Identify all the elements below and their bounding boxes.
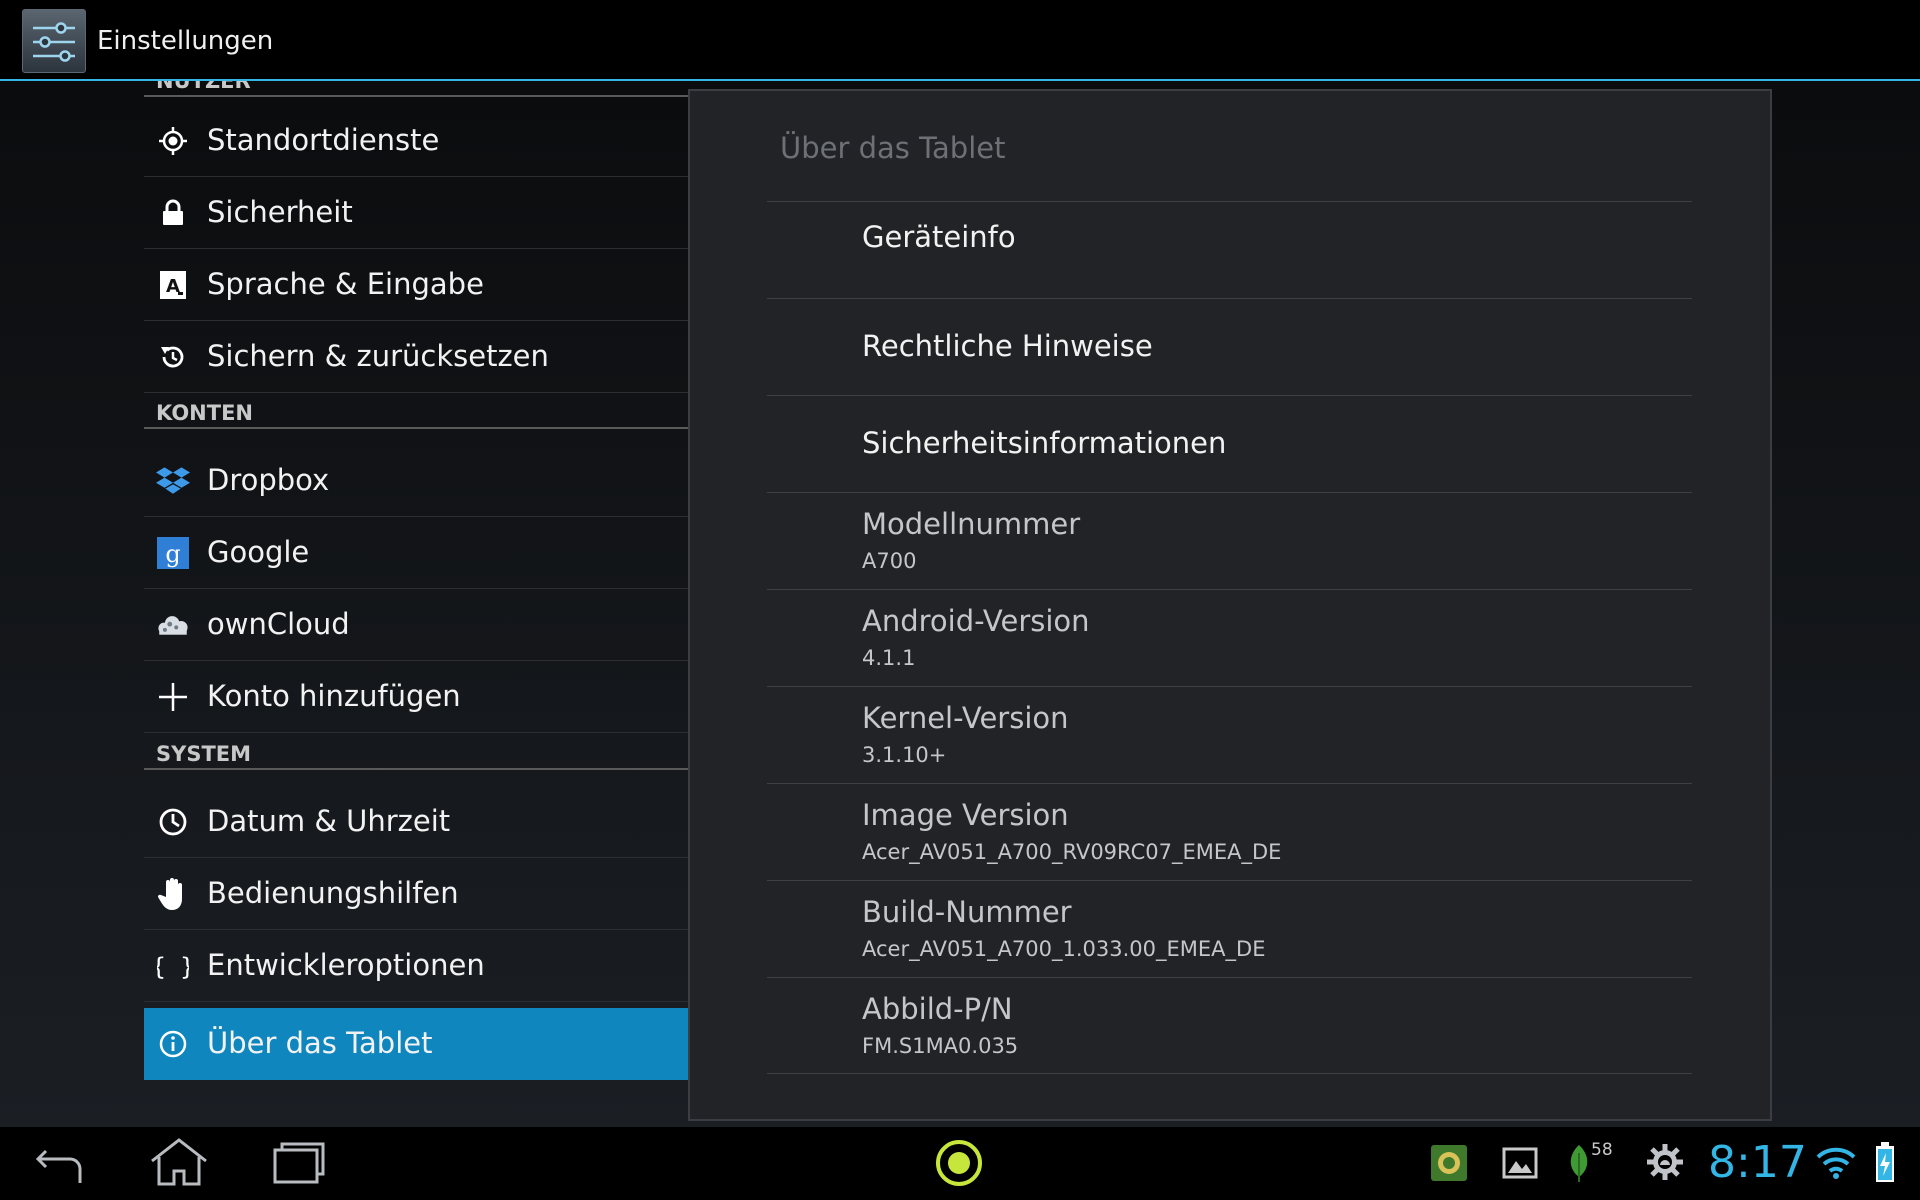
detail-item-label: Modellnummer: [862, 507, 1081, 541]
recent-apps-button[interactable]: [272, 1141, 326, 1189]
sidebar-item-label: Datum & Uhrzeit: [207, 804, 451, 838]
app-notification-icon[interactable]: [1430, 1144, 1468, 1186]
sidebar-item-label: Google: [207, 535, 310, 569]
detail-item-label: Sicherheitsinformationen: [862, 426, 1227, 460]
location-icon: [156, 124, 190, 158]
info-icon: [156, 1027, 190, 1061]
settings-content: NUTZER Standortdienste Sicherheit A Spra…: [0, 81, 1920, 1127]
image-version-item[interactable]: Image Version Acer_AV051_A700_RV09RC07_E…: [767, 783, 1692, 880]
sidebar-item-label: Dropbox: [207, 463, 330, 497]
sidebar-item-entwickleroptionen[interactable]: { } Entwickleroptionen: [144, 930, 688, 1002]
sidebar-item-label: Sprache & Eingabe: [207, 267, 484, 301]
abbild-pn-item[interactable]: Abbild-P/N FM.S1MA0.035: [767, 977, 1692, 1074]
modellnummer-item[interactable]: Modellnummer A700: [767, 492, 1692, 589]
detail-item-value: Acer_AV051_A700_RV09RC07_EMEA_DE: [862, 840, 1282, 864]
sicherheitsinformationen-item[interactable]: Sicherheitsinformationen: [767, 395, 1692, 492]
leaf-icon[interactable]: [1566, 1143, 1592, 1187]
rechtliche-hinweise-item[interactable]: Rechtliche Hinweise: [767, 298, 1692, 395]
back-button[interactable]: [34, 1141, 86, 1191]
detail-item-value: 3.1.10+: [862, 743, 947, 767]
detail-item-label: Kernel-Version: [862, 701, 1069, 735]
sidebar-item-sichern[interactable]: Sichern & zurücksetzen: [144, 321, 688, 393]
plus-icon: [156, 680, 190, 714]
sidebar-item-owncloud[interactable]: ownCloud: [144, 589, 688, 661]
sidebar-item-konto-hinzufuegen[interactable]: Konto hinzufügen: [144, 661, 688, 733]
status-clock[interactable]: 8:17: [1708, 1137, 1807, 1188]
sidebar-item-label: Konto hinzufügen: [207, 679, 461, 713]
detail-item-label: Android-Version: [862, 604, 1090, 638]
build-nummer-item[interactable]: Build-Nummer Acer_AV051_A700_1.033.00_EM…: [767, 880, 1692, 977]
sidebar-item-bedienungshilfen[interactable]: Bedienungshilfen: [144, 858, 688, 930]
android-version-item[interactable]: Android-Version 4.1.1: [767, 589, 1692, 686]
clock-icon: [156, 805, 190, 839]
detail-item-value: 4.1.1: [862, 646, 916, 670]
settings-sliders-icon[interactable]: [22, 9, 86, 73]
detail-item-label: Image Version: [862, 798, 1069, 832]
google-icon: g: [156, 536, 190, 570]
language-icon: A: [156, 268, 190, 302]
app-title: Einstellungen: [97, 26, 274, 56]
system-navigation-bar: 58 8:17: [0, 1127, 1920, 1200]
hand-icon: [156, 877, 190, 911]
home-button[interactable]: [148, 1137, 210, 1191]
svg-text:{ }: { }: [157, 953, 189, 981]
sidebar-item-label: Über das Tablet: [207, 1026, 433, 1060]
section-header-system: SYSTEM: [144, 742, 688, 770]
sidebar-item-google[interactable]: g Google: [144, 517, 688, 589]
detail-item-value: Acer_AV051_A700_1.033.00_EMEA_DE: [862, 937, 1266, 961]
sidebar-item-sicherheit[interactable]: Sicherheit: [144, 177, 688, 249]
sidebar-item-label: Bedienungshilfen: [207, 876, 459, 910]
sidebar-item-ueber-das-tablet[interactable]: Über das Tablet: [144, 1008, 688, 1080]
svg-text:g: g: [165, 540, 180, 568]
detail-item-value: A700: [862, 549, 917, 573]
detail-item-label: Build-Nummer: [862, 895, 1072, 929]
image-icon[interactable]: [1502, 1147, 1538, 1183]
sidebar-item-datum-uhrzeit[interactable]: Datum & Uhrzeit: [144, 786, 688, 858]
lock-icon: [156, 196, 190, 230]
detail-pane: Über das Tablet Geräteinfo Rechtliche Hi…: [688, 89, 1772, 1121]
backup-restore-icon: [156, 340, 190, 374]
sidebar-item-label: Sicherheit: [207, 195, 353, 229]
battery-charging-icon[interactable]: [1874, 1141, 1896, 1187]
wifi-icon[interactable]: [1816, 1145, 1856, 1183]
sidebar-item-dropbox[interactable]: Dropbox: [144, 445, 688, 517]
geraeteinfo-item[interactable]: Geräteinfo: [767, 201, 1692, 298]
section-header-konten: KONTEN: [144, 401, 688, 429]
sidebar-item-label: ownCloud: [207, 607, 350, 641]
settings-category-list[interactable]: NUTZER Standortdienste Sicherheit A Spra…: [144, 81, 688, 1127]
detail-item-label: Geräteinfo: [862, 220, 1016, 254]
ring-launcher-icon[interactable]: [934, 1138, 984, 1192]
sidebar-item-sprache[interactable]: A Sprache & Eingabe: [144, 249, 688, 321]
dropbox-icon: [156, 464, 190, 498]
android-debug-icon[interactable]: [1646, 1143, 1684, 1185]
sidebar-item-label: Entwickleroptionen: [207, 948, 485, 982]
detail-item-value: FM.S1MA0.035: [862, 1034, 1019, 1058]
notification-count: 58: [1591, 1140, 1613, 1160]
action-bar: Einstellungen: [0, 0, 1920, 81]
sidebar-item-standortdienste[interactable]: Standortdienste: [144, 105, 688, 177]
svg-text:A: A: [166, 276, 180, 297]
detail-pane-title: Über das Tablet: [780, 131, 1006, 165]
sidebar-item-label: Standortdienste: [207, 123, 440, 157]
sidebar-item-label: Sichern & zurücksetzen: [207, 339, 549, 373]
kernel-version-item[interactable]: Kernel-Version 3.1.10+: [767, 686, 1692, 783]
section-header-nutzer: NUTZER: [144, 81, 688, 97]
detail-item-label: Rechtliche Hinweise: [862, 329, 1153, 363]
owncloud-icon: [156, 608, 190, 642]
braces-icon: { }: [156, 949, 190, 983]
detail-item-label: Abbild-P/N: [862, 992, 1013, 1026]
